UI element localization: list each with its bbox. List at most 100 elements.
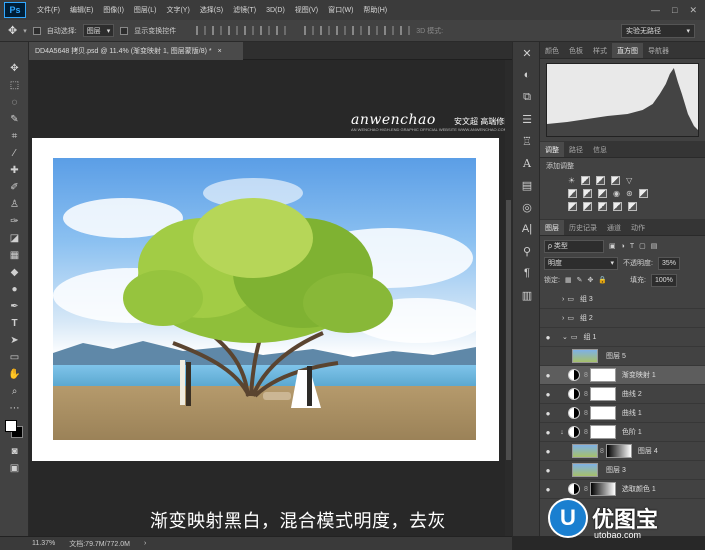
move-tool-icon[interactable]: ✥ bbox=[8, 24, 17, 37]
eye-icon[interactable]: ● bbox=[540, 466, 556, 475]
tool-preset-chevron-icon[interactable]: ▾ bbox=[23, 27, 27, 35]
tab-layers[interactable]: 图层 bbox=[540, 220, 564, 235]
tab-paths[interactable]: 路径 bbox=[564, 142, 588, 157]
crop-tool-icon[interactable]: ⌗ bbox=[0, 128, 29, 145]
photo-filter-icon[interactable]: ◉ bbox=[613, 189, 620, 198]
menu-3d[interactable]: 3D(D) bbox=[261, 7, 290, 14]
eye-icon[interactable]: ● bbox=[540, 485, 556, 494]
layer-mask-thumbnail[interactable] bbox=[589, 425, 616, 439]
chevron-right-icon[interactable]: › bbox=[562, 296, 564, 303]
vibrance-icon[interactable]: ▽ bbox=[626, 176, 632, 185]
layer-row[interactable]: › ▭ 组 2 bbox=[540, 309, 705, 328]
tab-color[interactable]: 颜色 bbox=[540, 43, 564, 58]
link-icon[interactable]: 8 bbox=[584, 429, 588, 436]
eye-icon[interactable]: ● bbox=[540, 390, 556, 399]
move-tool-icon[interactable]: ✥ bbox=[0, 60, 29, 77]
tab-histogram[interactable]: 直方图 bbox=[612, 43, 643, 58]
layer-mask-thumbnail[interactable] bbox=[589, 368, 616, 382]
foreground-color[interactable] bbox=[5, 420, 17, 432]
distribute-bottom-icon[interactable] bbox=[336, 26, 347, 35]
paragraph-text-icon[interactable]: A| bbox=[513, 218, 541, 240]
blend-mode-dropdown[interactable]: 明度 ▾ bbox=[544, 256, 618, 270]
layer-row[interactable]: ● 8 曲线 2 bbox=[540, 385, 705, 404]
blur-tool-icon[interactable]: ◆ bbox=[0, 264, 29, 281]
distribute-vcenter-icon[interactable] bbox=[320, 26, 331, 35]
styles-icon[interactable]: ▤ bbox=[513, 174, 541, 196]
character-icon[interactable]: A bbox=[513, 152, 541, 174]
color-balance-icon[interactable] bbox=[583, 189, 592, 198]
filter-adjust-icon[interactable]: ◑ bbox=[621, 243, 625, 250]
selective-color-icon[interactable] bbox=[628, 202, 637, 211]
tab-swatches[interactable]: 色板 bbox=[564, 43, 588, 58]
chevron-right-icon[interactable]: › bbox=[144, 540, 146, 547]
filter-shape-icon[interactable]: ▢ bbox=[639, 242, 646, 250]
lock-paint-icon[interactable]: ✎ bbox=[577, 276, 583, 284]
history-brush-tool-icon[interactable]: ✑ bbox=[0, 213, 29, 230]
lock-all-icon[interactable]: 🔒 bbox=[598, 276, 607, 284]
path-select-tool-icon[interactable]: ➤ bbox=[0, 332, 29, 349]
dodge-tool-icon[interactable]: ● bbox=[0, 281, 29, 298]
tool-presets-icon[interactable]: ⚲ bbox=[513, 240, 541, 262]
show-transform-checkbox[interactable] bbox=[120, 26, 129, 35]
align-bottom-icon[interactable] bbox=[228, 26, 239, 35]
link-icon[interactable]: 8 bbox=[584, 486, 588, 493]
layer-row[interactable]: ● 8 渐变映射 1 bbox=[540, 366, 705, 385]
auto-select-checkbox[interactable] bbox=[32, 26, 41, 35]
marquee-tool-icon[interactable]: ⬚ bbox=[0, 77, 29, 94]
invert-icon[interactable] bbox=[568, 202, 577, 211]
distribute-top-icon[interactable] bbox=[304, 26, 315, 35]
curves-icon[interactable] bbox=[596, 176, 606, 185]
quick-select-tool-icon[interactable]: ✎ bbox=[0, 111, 29, 128]
lock-pixels-icon[interactable]: ▦ bbox=[565, 276, 572, 284]
hue-saturation-icon[interactable] bbox=[568, 189, 577, 198]
threshold-icon[interactable] bbox=[598, 202, 607, 211]
exposure-icon[interactable] bbox=[611, 176, 621, 185]
auto-select-dropdown[interactable]: 图层 ▾ bbox=[82, 24, 115, 37]
channel-mixer-icon[interactable]: ⊛ bbox=[626, 189, 633, 198]
distribute-left-icon[interactable] bbox=[352, 26, 363, 35]
close-tab-icon[interactable]: × bbox=[218, 48, 222, 55]
tab-actions[interactable]: 动作 bbox=[626, 220, 650, 235]
healing-brush-tool-icon[interactable]: ✚ bbox=[0, 162, 29, 179]
layer-mask-thumbnail[interactable] bbox=[589, 387, 616, 401]
eraser-tool-icon[interactable]: ◪ bbox=[0, 230, 29, 247]
vertical-scrollbar[interactable] bbox=[505, 60, 512, 536]
opacity-field[interactable]: 35% bbox=[657, 256, 680, 270]
more-tools-icon[interactable]: ⋯ bbox=[0, 400, 29, 417]
eye-icon[interactable]: ● bbox=[540, 447, 556, 456]
chevron-right-icon[interactable]: › bbox=[562, 315, 564, 322]
eye-icon[interactable]: ● bbox=[540, 371, 556, 380]
layer-row[interactable]: ● 8 曲线 1 bbox=[540, 404, 705, 423]
align-right-icon[interactable] bbox=[276, 26, 287, 35]
link-icon[interactable]: 8 bbox=[584, 391, 588, 398]
menu-type[interactable]: 文字(Y) bbox=[161, 5, 194, 15]
menu-view[interactable]: 视图(V) bbox=[290, 5, 323, 15]
menu-image[interactable]: 图像(I) bbox=[98, 5, 129, 15]
link-icon[interactable]: 8 bbox=[584, 410, 588, 417]
align-vcenter-icon[interactable] bbox=[212, 26, 223, 35]
zoom-level[interactable]: 11.37% bbox=[32, 540, 55, 547]
filter-smart-icon[interactable]: ▤ bbox=[651, 242, 658, 250]
posterize-icon[interactable] bbox=[583, 202, 592, 211]
menu-filter[interactable]: 滤镜(T) bbox=[228, 5, 261, 15]
layer-row[interactable]: ● 图层 3 bbox=[540, 461, 705, 480]
paragraph-icon[interactable]: ¶ bbox=[513, 262, 541, 284]
color-lookup-icon[interactable] bbox=[638, 189, 648, 198]
layer-row[interactable]: ● ⌄ ▭ 组 1 bbox=[540, 328, 705, 347]
align-top-icon[interactable] bbox=[196, 26, 207, 35]
filter-type-icon[interactable]: T bbox=[630, 243, 634, 250]
menu-edit[interactable]: 编辑(E) bbox=[65, 5, 98, 15]
close-button[interactable]: ✕ bbox=[689, 5, 697, 16]
link-icon[interactable]: 8 bbox=[584, 372, 588, 379]
pen-tool-icon[interactable]: ✒ bbox=[0, 298, 29, 315]
tab-info[interactable]: 信息 bbox=[588, 142, 612, 157]
rectangle-tool-icon[interactable]: ▭ bbox=[0, 349, 29, 366]
layer-kind-filter[interactable]: ρ 类型 bbox=[544, 239, 604, 253]
levels-icon[interactable] bbox=[581, 176, 591, 185]
document-canvas[interactable] bbox=[32, 138, 499, 461]
layer-row[interactable]: ● 8 图层 4 bbox=[540, 442, 705, 461]
brightness-icon[interactable]: ☀ bbox=[568, 176, 575, 185]
tab-navigator[interactable]: 导航器 bbox=[643, 43, 674, 58]
lasso-tool-icon[interactable]: ◌ bbox=[0, 94, 29, 111]
color-swatches[interactable] bbox=[0, 417, 29, 443]
